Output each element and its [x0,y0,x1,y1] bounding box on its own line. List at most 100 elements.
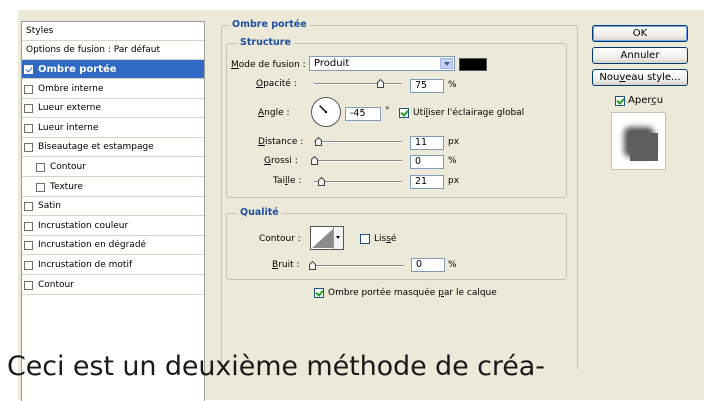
size-slider-track [314,181,402,183]
style-item-checkbox[interactable] [24,65,33,74]
style-item-checkbox[interactable] [24,261,33,270]
style-item-11[interactable]: Contour [22,276,204,295]
style-item-9[interactable]: Incrustation en dégradé [22,236,204,256]
style-item-label: Contour [50,162,86,172]
size-slider-thumb[interactable] [318,177,326,186]
style-item-checkbox[interactable] [24,280,33,290]
knockout-label-b: ar le calque [443,288,497,298]
spread-slider[interactable] [311,156,402,166]
opacity-slider-thumb[interactable] [377,79,384,88]
cancel-button[interactable]: Annuler [592,47,688,64]
size-slider[interactable] [314,177,402,187]
noise-slider-thumb[interactable] [309,261,316,270]
style-item-checkbox[interactable] [36,163,45,172]
knockout-label-a: Ombre portée masquée [328,288,439,298]
blend-mode-value: Produit [314,58,350,69]
style-item-label: Lueur interne [38,122,99,133]
angle-label-text: ngle : [264,108,290,118]
noise-slider-track [312,265,404,267]
style-item-6[interactable]: Texture [22,178,204,197]
style-item-checkbox[interactable] [24,241,33,251]
new-style-button[interactable]: Nouveau style... [592,69,688,86]
preview-square [630,133,658,161]
style-item-label: Contour [38,279,74,290]
spread-slider-track [314,160,402,162]
distance-slider[interactable] [314,137,402,147]
new-style-label-b: eau style... [625,72,681,83]
preview-label: Aperçu [628,95,663,106]
style-item-label: Incrustation de motif [38,260,133,270]
style-item-checkbox[interactable] [24,143,33,153]
chevron-down-icon [336,236,340,239]
style-item-2[interactable]: Lueur externe [22,99,204,119]
distance-label: Distance : [258,137,304,147]
ok-button[interactable]: OK [592,25,688,42]
spread-input[interactable]: 0 [410,155,444,169]
style-item-1[interactable]: Ombre interne [22,80,204,99]
style-item-label: Texture [50,181,83,192]
style-preview-thumbnail [611,112,666,170]
blend-mode-select[interactable]: Produit [309,56,455,71]
style-item-label: Ombre interne [38,83,104,94]
noise-input[interactable]: 0 [411,258,445,272]
contour-picker[interactable] [310,226,344,250]
preview-checkbox[interactable] [615,96,625,106]
angle-dial[interactable] [310,96,342,128]
global-light-label-b: iser l'éclairage global [428,108,525,118]
contour-label: Contour : [259,234,301,244]
preview-label-a: Aper [628,95,652,106]
style-item-label: Incrustation en dégradé [38,240,147,251]
style-item-3[interactable]: Lueur interne [22,119,204,138]
noise-slider[interactable] [309,261,404,271]
opacity-label: Opacité : [256,79,297,89]
size-input[interactable]: 21 [410,175,444,189]
antialias-label-b: é [390,234,397,244]
styles-header[interactable]: Styles [22,22,204,41]
antialias-label: Lissé [374,234,396,244]
opacity-slider[interactable] [314,79,402,89]
style-item-checkbox[interactable] [24,104,33,114]
style-item-label: Satin [38,201,61,212]
style-item-7[interactable]: Satin [22,197,204,217]
distance-unit: px [448,137,460,147]
style-item-label: Incrustation couleur [38,220,129,231]
style-item-checkbox[interactable] [24,123,33,133]
new-style-label-a: Nou [599,72,620,83]
style-item-checkbox[interactable] [36,182,45,192]
contour-dropdown[interactable] [333,227,343,249]
contour-curve-icon [312,228,334,248]
knockout-checkbox[interactable] [314,288,324,298]
global-light-checkbox[interactable] [399,108,409,118]
style-item-4[interactable]: Biseautage et estampage [22,138,204,158]
distance-input[interactable]: 11 [410,136,444,150]
style-item-checkbox[interactable] [24,221,33,231]
structure-title: Structure [237,37,294,48]
style-item-8[interactable]: Incrustation couleur [22,217,204,236]
style-item-10[interactable]: Incrustation de motif [22,256,204,275]
opacity-unit: % [448,80,457,90]
size-label-b: le : [287,176,302,186]
angle-input[interactable]: -45 [345,107,381,121]
style-item-0[interactable]: Ombre portée [22,60,204,79]
spread-label: Grossi : [264,156,298,166]
blend-mode-label-text: ode de fusion : [238,60,306,70]
quality-title: Qualité [237,207,282,218]
noise-label: Bruit : [272,260,300,270]
chevron-down-icon[interactable] [440,58,453,69]
distance-slider-thumb[interactable] [314,137,322,146]
shadow-color-swatch[interactable] [459,58,487,71]
antialias-checkbox[interactable] [360,234,370,244]
blending-options-item[interactable]: Options de fusion : Par défaut [22,41,204,60]
opacity-input[interactable]: 75 [410,79,444,93]
spread-unit: % [448,156,457,166]
spread-slider-thumb[interactable] [311,156,318,165]
noise-label-text: ruit : [278,260,300,270]
size-unit: px [448,176,460,186]
size-label-a: Tai [273,176,286,186]
style-item-5[interactable]: Contour [22,158,204,177]
spread-label-text: rossi : [270,156,298,166]
style-item-checkbox[interactable] [24,84,33,94]
styles-list: Styles Options de fusion : Par défaut Om… [21,21,205,401]
style-item-checkbox[interactable] [24,202,33,212]
knockout-label: Ombre portée masquée par le calque [328,288,497,298]
